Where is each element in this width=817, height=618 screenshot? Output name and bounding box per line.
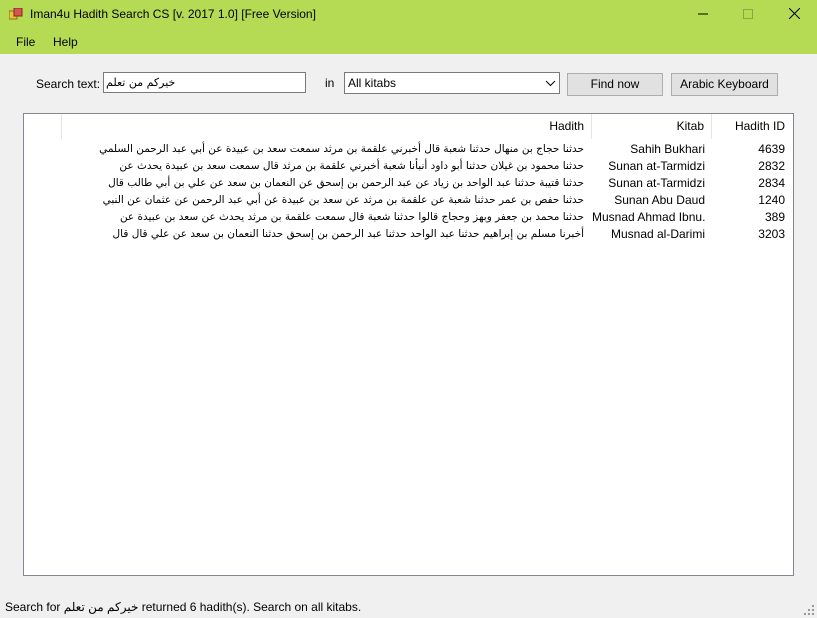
column-header-kitab[interactable]: Kitab bbox=[592, 114, 712, 139]
status-text: Search for خيركم من تعلم returned 6 hadi… bbox=[5, 600, 362, 614]
hadith-id-cell: 3203 bbox=[758, 227, 785, 241]
kitab-cell: Sahih Bukhari bbox=[630, 142, 705, 156]
hadith-cell: حدثنا قتيبة حدثنا عبد الواحد بن زياد عن … bbox=[108, 177, 584, 189]
title-bar: Iman4u Hadith Search CS [v. 2017 1.0] [F… bbox=[0, 0, 817, 30]
maximize-button[interactable] bbox=[725, 0, 771, 30]
results-rows: حدثنا حجاج بن منهال حدثنا شعبة قال أخبرن… bbox=[24, 141, 792, 243]
hadith-id-cell: 4639 bbox=[758, 142, 785, 156]
table-row[interactable]: حدثنا قتيبة حدثنا عبد الواحد بن زياد عن … bbox=[24, 175, 792, 192]
menu-bar: File Help bbox=[0, 30, 817, 54]
table-row[interactable]: حدثنا محمد بن جعفر وبهز وحجاج قالوا حدثن… bbox=[24, 209, 792, 226]
kitab-cell: Musnad al-Darimi bbox=[610, 227, 705, 241]
column-header-hadith[interactable]: Hadith bbox=[62, 114, 592, 139]
status-bar: Search for خيركم من تعلم returned 6 hadi… bbox=[0, 596, 817, 618]
hadith-cell: حدثنا محمود بن غيلان حدثنا أبو داود أنبأ… bbox=[119, 160, 584, 172]
column-header-blank bbox=[24, 114, 62, 139]
search-text-label: Search text: bbox=[36, 77, 101, 91]
results-grid[interactable]: Hadith Kitab Hadith ID حدثنا حجاج بن منه… bbox=[23, 113, 794, 576]
close-icon bbox=[788, 7, 800, 20]
kitab-cell: Musnad Ahmad Ibnu... bbox=[592, 210, 705, 224]
find-now-button[interactable]: Find now bbox=[567, 73, 663, 96]
kitab-select[interactable]: All kitabs bbox=[344, 72, 560, 94]
minimize-icon bbox=[698, 13, 708, 15]
chevron-down-icon bbox=[545, 80, 556, 87]
hadith-id-cell: 1240 bbox=[758, 193, 785, 207]
kitab-select-value: All kitabs bbox=[348, 76, 397, 90]
table-row[interactable]: حدثنا حجاج بن منهال حدثنا شعبة قال أخبرن… bbox=[24, 141, 792, 158]
table-row[interactable]: حدثنا محمود بن غيلان حدثنا أبو داود أنبأ… bbox=[24, 158, 792, 175]
in-label: in bbox=[325, 76, 335, 90]
table-row[interactable]: أخبرنا مسلم بن إبراهيم حدثنا عبد الواحد … bbox=[24, 226, 792, 243]
resize-grip-icon[interactable] bbox=[804, 605, 814, 615]
menu-file[interactable]: File bbox=[16, 35, 35, 49]
column-header-hadith-id[interactable]: Hadith ID bbox=[712, 114, 792, 139]
hadith-id-cell: 2832 bbox=[758, 159, 785, 173]
search-input[interactable]: خيركم من تعلم bbox=[103, 72, 306, 93]
maximize-icon bbox=[743, 9, 753, 19]
kitab-cell: Sunan Abu Daud bbox=[614, 193, 705, 207]
app-icon bbox=[9, 8, 23, 20]
hadith-id-cell: 389 bbox=[764, 210, 785, 224]
arabic-keyboard-button[interactable]: Arabic Keyboard bbox=[671, 73, 778, 96]
kitab-cell: Sunan at-Tarmidzi bbox=[608, 159, 705, 173]
menu-help[interactable]: Help bbox=[53, 35, 78, 49]
hadith-id-cell: 2834 bbox=[758, 176, 785, 190]
hadith-cell: حدثنا حفص بن عمر حدثنا شعبة عن علقمة بن … bbox=[102, 194, 584, 206]
close-button[interactable] bbox=[771, 0, 817, 30]
minimize-button[interactable] bbox=[680, 0, 726, 30]
table-row[interactable]: حدثنا حفص بن عمر حدثنا شعبة عن علقمة بن … bbox=[24, 192, 792, 209]
hadith-cell: حدثنا حجاج بن منهال حدثنا شعبة قال أخبرن… bbox=[99, 143, 584, 155]
hadith-cell: حدثنا محمد بن جعفر وبهز وحجاج قالوا حدثن… bbox=[119, 211, 584, 223]
window-title: Iman4u Hadith Search CS [v. 2017 1.0] [F… bbox=[30, 7, 316, 21]
kitab-cell: Sunan at-Tarmidzi bbox=[608, 176, 705, 190]
hadith-cell: أخبرنا مسلم بن إبراهيم حدثنا عبد الواحد … bbox=[112, 228, 584, 240]
